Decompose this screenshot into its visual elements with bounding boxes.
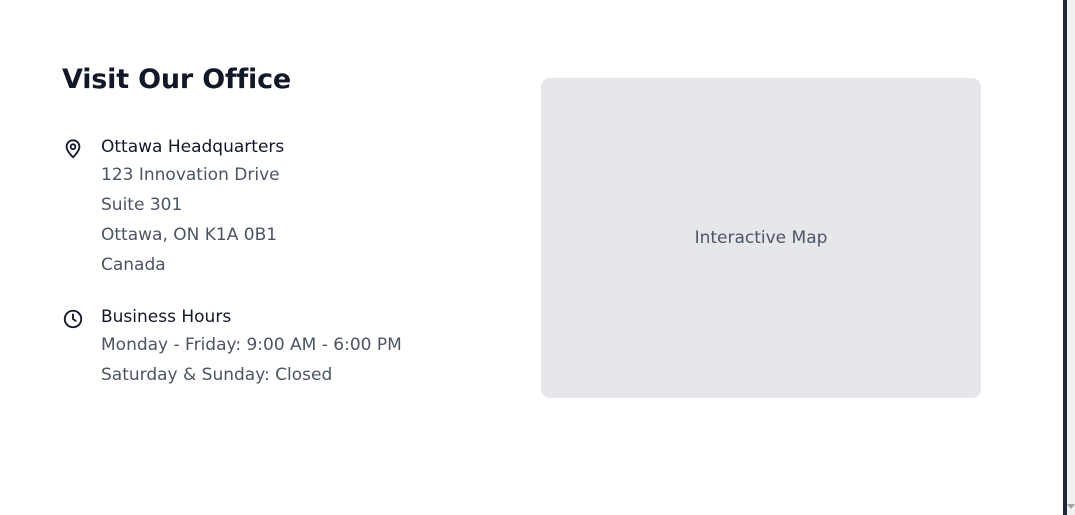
scrollbar-thumb[interactable] (1063, 0, 1067, 515)
address-line-street: 123 Innovation Drive (101, 165, 280, 185)
map-label: Interactive Map (694, 228, 828, 248)
hours-line-weekdays: Monday - Friday: 9:00 AM - 6:00 PM (101, 335, 402, 355)
address-line-suite: Suite 301 (101, 195, 183, 215)
interactive-map[interactable]: Interactive Map (541, 78, 981, 398)
address-heading: Ottawa Headquarters (101, 137, 285, 157)
section-title: Visit Our Office (62, 64, 292, 95)
scroll-down-arrow-icon[interactable] (1067, 504, 1075, 509)
map-pin-icon (62, 138, 84, 160)
office-section: Visit Our Office Ottawa Headquarters 123… (62, 0, 1062, 515)
hours-text: Business Hours Monday - Friday: 9:00 AM … (101, 306, 501, 390)
address-line-country: Canada (101, 255, 166, 275)
clock-icon (62, 308, 84, 330)
address-line-city: Ottawa, ON K1A 0B1 (101, 225, 278, 245)
vertical-scrollbar[interactable] (1063, 0, 1075, 515)
page: Visit Our Office Ottawa Headquarters 123… (0, 0, 1075, 515)
address-text: Ottawa Headquarters 123 Innovation Drive… (101, 136, 501, 280)
hours-line-weekend: Saturday & Sunday: Closed (101, 365, 333, 385)
hours-heading: Business Hours (101, 307, 232, 327)
